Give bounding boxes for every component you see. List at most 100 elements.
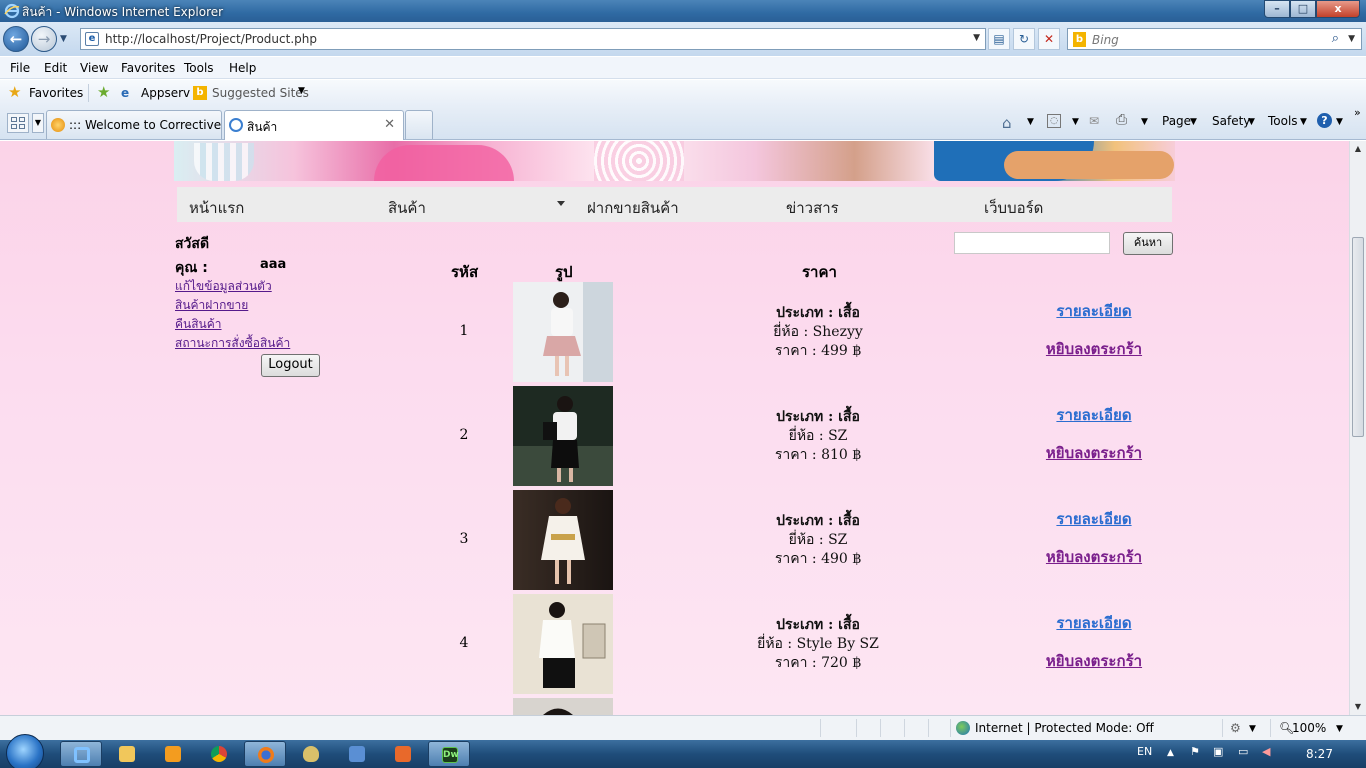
search-icon[interactable]: ⌕ bbox=[1332, 31, 1339, 46]
quick-tabs-icon[interactable] bbox=[7, 113, 29, 133]
menu-file[interactable]: File bbox=[10, 61, 30, 75]
nav-home[interactable]: หน้าแรก bbox=[189, 196, 244, 220]
product-image[interactable] bbox=[513, 490, 613, 590]
add-to-cart-link[interactable]: หยิบลงตระกร้า bbox=[1040, 545, 1148, 569]
page-menu[interactable]: Page bbox=[1162, 114, 1191, 128]
product-image[interactable] bbox=[513, 594, 613, 694]
add-to-cart-link[interactable]: หยิบลงตระกร้า bbox=[1040, 441, 1148, 465]
chevron-more-icon[interactable]: » bbox=[1354, 106, 1361, 119]
tab-welcome[interactable]: ::: Welcome to Corrective ... bbox=[46, 110, 222, 139]
new-tab-button[interactable] bbox=[405, 110, 433, 139]
nav-consign[interactable]: ฝากขายสินค้า bbox=[587, 196, 679, 220]
address-bar[interactable]: e http://localhost/Project/Product.php ▼ bbox=[80, 28, 986, 50]
stop-icon[interactable]: ✕ bbox=[1038, 28, 1060, 50]
close-window-button[interactable]: x bbox=[1316, 0, 1360, 18]
help-dropdown-icon[interactable]: ▼ bbox=[1336, 117, 1343, 127]
menu-help[interactable]: Help bbox=[229, 61, 256, 75]
product-detail-link[interactable]: รายละเอียด bbox=[1040, 299, 1148, 323]
search-button[interactable]: ค้นหา bbox=[1123, 232, 1173, 255]
products-dropdown-icon[interactable] bbox=[557, 201, 565, 206]
security-zone-status[interactable]: Internet | Protected Mode: Off bbox=[975, 721, 1154, 735]
scroll-down-icon[interactable]: ▼ bbox=[1350, 699, 1366, 715]
favorites-button[interactable]: Favorites bbox=[29, 86, 83, 100]
favorite-suggested-sites[interactable]: Suggested Sites bbox=[212, 86, 309, 100]
device-icon[interactable]: ▣ bbox=[1213, 745, 1223, 758]
zoom-dropdown-icon[interactable]: ▼ bbox=[1336, 724, 1343, 734]
volume-muted-icon[interactable]: ◀ bbox=[1262, 745, 1270, 758]
minimize-button[interactable]: – bbox=[1264, 0, 1290, 18]
taskbar-chrome[interactable] bbox=[198, 741, 240, 767]
taskbar-ie[interactable] bbox=[60, 741, 102, 767]
taskbar-explorer[interactable] bbox=[106, 741, 148, 767]
logout-button[interactable]: Logout bbox=[261, 354, 320, 377]
product-search-input[interactable] bbox=[954, 232, 1110, 254]
taskbar-app[interactable] bbox=[290, 741, 332, 767]
taskbar-dreamweaver[interactable]: Dw bbox=[428, 741, 470, 767]
menu-tools[interactable]: Tools bbox=[184, 61, 214, 75]
page-dropdown-icon[interactable]: ▼ bbox=[1190, 117, 1197, 127]
start-button[interactable] bbox=[6, 734, 44, 768]
product-image[interactable] bbox=[513, 282, 613, 382]
safety-menu[interactable]: Safety bbox=[1212, 114, 1250, 128]
link-order-status[interactable]: สถานะการสั่งซื้อสินค้า bbox=[175, 334, 290, 353]
nav-news[interactable]: ข่าวสาร bbox=[786, 196, 839, 220]
tab-list-dropdown-icon[interactable]: ▼ bbox=[32, 113, 44, 133]
refresh-icon[interactable]: ↻ bbox=[1013, 28, 1035, 50]
back-button[interactable]: ← bbox=[3, 26, 29, 52]
product-image[interactable] bbox=[513, 698, 613, 715]
recent-pages-dropdown-icon[interactable]: ▼ bbox=[60, 34, 67, 44]
scroll-up-icon[interactable]: ▲ bbox=[1350, 141, 1366, 157]
language-indicator[interactable]: EN bbox=[1137, 745, 1152, 758]
product-detail-link[interactable]: รายละเอียด bbox=[1040, 611, 1148, 635]
add-to-cart-link[interactable]: หยิบลงตระกร้า bbox=[1040, 337, 1148, 361]
close-tab-icon[interactable]: ✕ bbox=[384, 117, 395, 132]
scrollbar-thumb[interactable] bbox=[1352, 237, 1364, 437]
tab-product[interactable]: สินค้า ✕ bbox=[224, 110, 404, 140]
menu-edit[interactable]: Edit bbox=[44, 61, 67, 75]
home-icon[interactable]: ⌂ bbox=[1002, 114, 1012, 132]
link-consigned-products[interactable]: สินค้าฝากขาย bbox=[175, 296, 248, 315]
address-dropdown-icon[interactable]: ▼ bbox=[973, 33, 980, 43]
tools-menu[interactable]: Tools bbox=[1268, 114, 1298, 128]
link-return-products[interactable]: คืนสินค้า bbox=[175, 315, 222, 334]
search-placeholder[interactable]: Bing bbox=[1092, 33, 1119, 47]
search-options-dropdown-icon[interactable]: ▼ bbox=[1348, 34, 1355, 44]
maximize-button[interactable]: □ bbox=[1290, 0, 1316, 18]
feeds-icon[interactable]: ◌ bbox=[1047, 114, 1061, 128]
link-edit-profile[interactable]: แก้ไขข้อมูลส่วนตัว bbox=[175, 277, 272, 296]
zoom-level[interactable]: 100% bbox=[1292, 721, 1326, 735]
taskbar-firefox[interactable] bbox=[244, 741, 286, 767]
menu-view[interactable]: View bbox=[80, 61, 108, 75]
safety-dropdown-icon[interactable]: ▼ bbox=[1248, 117, 1255, 127]
taskbar-office-app[interactable] bbox=[382, 741, 424, 767]
product-detail-link[interactable]: รายละเอียด bbox=[1040, 403, 1148, 427]
clock[interactable]: 8:27 bbox=[1306, 747, 1333, 761]
search-box[interactable]: b Bing ⌕ ▼ bbox=[1067, 28, 1362, 50]
show-hidden-icons-icon[interactable]: ▲ bbox=[1167, 748, 1174, 758]
nav-products[interactable]: สินค้า bbox=[388, 196, 426, 220]
tools-dropdown-icon[interactable]: ▼ bbox=[1300, 117, 1307, 127]
feeds-dropdown-icon[interactable]: ▼ bbox=[1072, 117, 1079, 127]
add-to-favorites-icon[interactable]: ★ bbox=[97, 83, 110, 101]
menu-favorites[interactable]: Favorites bbox=[121, 61, 175, 75]
taskbar-media-player[interactable] bbox=[152, 741, 194, 767]
action-center-flag-icon[interactable]: ⚑ bbox=[1190, 745, 1200, 758]
compatibility-view-icon[interactable]: ▤ bbox=[988, 28, 1010, 50]
product-image[interactable] bbox=[513, 386, 613, 486]
home-dropdown-icon[interactable]: ▼ bbox=[1027, 117, 1034, 127]
address-url[interactable]: http://localhost/Project/Product.php bbox=[105, 32, 317, 46]
forward-button[interactable]: → bbox=[31, 26, 57, 52]
protected-dropdown-icon[interactable]: ▼ bbox=[1249, 724, 1256, 734]
read-mail-icon[interactable]: ✉ bbox=[1089, 114, 1099, 128]
favorites-star-icon[interactable]: ★ bbox=[8, 83, 21, 101]
suggested-sites-dropdown-icon[interactable]: ▼ bbox=[298, 86, 305, 96]
nav-webboard[interactable]: เว็บบอร์ด bbox=[984, 196, 1043, 220]
help-icon[interactable]: ? bbox=[1317, 113, 1332, 128]
protected-mode-icon[interactable]: ⚙ bbox=[1230, 721, 1241, 735]
add-to-cart-link[interactable]: หยิบลงตระกร้า bbox=[1040, 649, 1148, 673]
favorite-appserv[interactable]: Appserv bbox=[141, 86, 190, 100]
product-detail-link[interactable]: รายละเอียด bbox=[1040, 507, 1148, 531]
print-icon[interactable]: ⎙ bbox=[1116, 112, 1127, 128]
network-icon[interactable]: ▭ bbox=[1238, 745, 1248, 758]
print-dropdown-icon[interactable]: ▼ bbox=[1141, 117, 1148, 127]
